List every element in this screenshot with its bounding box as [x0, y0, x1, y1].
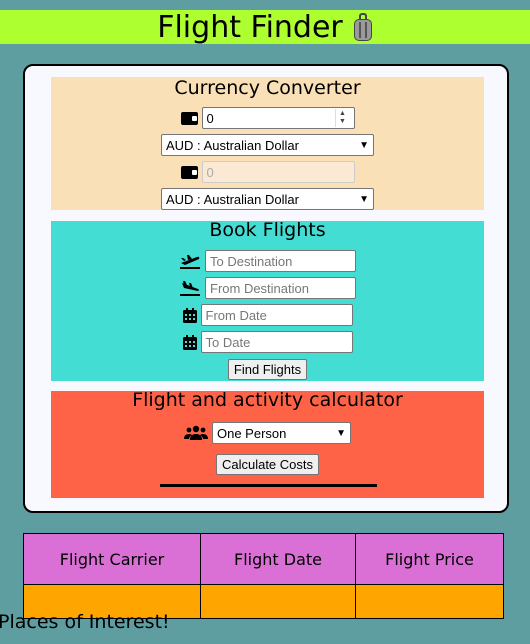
chevron-down-icon: ▼ — [339, 118, 346, 125]
find-flights-button[interactable]: Find Flights — [227, 359, 308, 380]
currency-converter-title: Currency Converter — [174, 77, 361, 99]
currency-converter-section: Currency Converter 0 ▲ ▼ AUD : Australia… — [51, 77, 484, 210]
plane-arrival-icon — [179, 280, 201, 296]
flight-results-table: Flight Carrier Flight Date Flight Price — [23, 533, 504, 619]
flight-activity-calculator-section: Flight and activity calculator One Perso… — [51, 389, 484, 498]
places-of-interest-heading: Places of Interest! — [0, 611, 170, 633]
from-date-input[interactable]: From Date — [200, 304, 353, 326]
number-spinner[interactable]: ▲ ▼ — [334, 109, 350, 127]
wallet-icon — [180, 165, 198, 179]
table-cell — [200, 584, 356, 619]
column-header-flight-carrier: Flight Carrier — [23, 533, 201, 585]
table-cell — [355, 584, 504, 619]
column-header-flight-date: Flight Date — [200, 533, 356, 585]
chevron-down-icon: ▼ — [359, 193, 369, 205]
calculator-title: Flight and activity calculator — [132, 389, 403, 411]
main-card: Currency Converter 0 ▲ ▼ AUD : Australia… — [23, 64, 509, 513]
amount-input[interactable]: 0 ▲ ▼ — [201, 107, 355, 129]
chevron-up-icon: ▲ — [339, 110, 346, 117]
from-currency-select[interactable]: AUD : Australian Dollar ▼ — [161, 134, 374, 156]
to-currency-select[interactable]: AUD : Australian Dollar ▼ — [161, 188, 374, 210]
wallet-icon — [180, 111, 198, 125]
to-destination-input[interactable]: To Destination — [205, 250, 356, 272]
from-destination-input[interactable]: From Destination — [205, 277, 356, 299]
divider — [160, 484, 377, 487]
calendar-icon — [182, 334, 197, 350]
chevron-down-icon: ▼ — [336, 427, 346, 439]
plane-departure-icon — [179, 253, 201, 269]
luggage-icon — [353, 13, 373, 41]
book-flights-title: Book Flights — [209, 219, 326, 241]
users-icon — [184, 425, 208, 441]
table-header-row: Flight Carrier Flight Date Flight Price — [23, 533, 504, 585]
header-bar: Flight Finder — [0, 9, 530, 45]
to-date-input[interactable]: To Date — [200, 331, 353, 353]
chevron-down-icon: ▼ — [359, 139, 369, 151]
book-flights-section: Book Flights To Destination From Destina… — [51, 219, 484, 381]
column-header-flight-price: Flight Price — [355, 533, 504, 585]
page-title: Flight Finder — [157, 9, 343, 45]
calendar-icon — [182, 307, 197, 323]
calculate-costs-button[interactable]: Calculate Costs — [215, 454, 320, 475]
party-size-select[interactable]: One Person ▼ — [212, 422, 351, 444]
converted-amount-field: 0 — [201, 161, 355, 183]
